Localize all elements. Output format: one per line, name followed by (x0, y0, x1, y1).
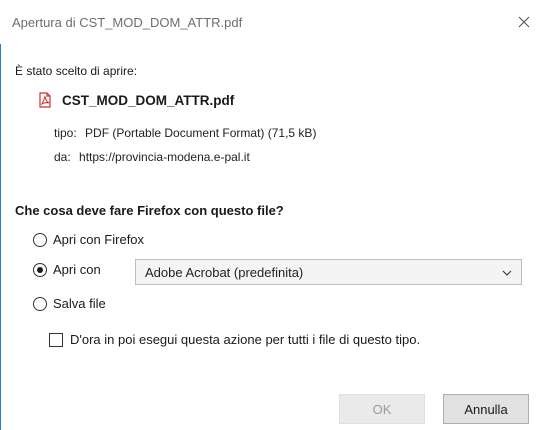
chevron-down-icon (502, 270, 512, 276)
option-open-with[interactable]: Apri con (33, 262, 101, 277)
option-save-file-label: Salva file (53, 296, 106, 311)
remember-label: D'ora in poi esegui questa azione per tu… (70, 332, 421, 347)
remember-checkbox[interactable] (49, 332, 63, 347)
window-edge (0, 0, 1, 430)
radio-save-file[interactable] (33, 296, 47, 311)
pdf-file-icon (39, 92, 51, 108)
close-icon (518, 16, 530, 28)
file-source-value: https://provincia-modena.e-pal.it (79, 150, 250, 164)
close-button[interactable] (504, 0, 544, 44)
chosen-label: È stato scelto di aprire: (15, 64, 138, 78)
option-open-with-label: Apri con (53, 262, 101, 277)
option-open-with-firefox-label: Apri con Firefox (53, 232, 145, 247)
option-save-file[interactable]: Salva file (33, 296, 106, 311)
window-title: Apertura di CST_MOD_DOM_ATTR.pdf (12, 15, 243, 30)
file-type-row: tipo: PDF (Portable Document Format) (71… (54, 126, 316, 140)
title-bar: Apertura di CST_MOD_DOM_ATTR.pdf (0, 0, 544, 44)
radio-open-with[interactable] (33, 262, 47, 277)
ok-button[interactable]: OK (339, 394, 425, 424)
file-type-key: tipo: (54, 126, 77, 140)
application-select-value: Adobe Acrobat (predefinita) (145, 264, 304, 280)
file-source-row: da: https://provincia-modena.e-pal.it (54, 150, 250, 164)
action-question: Che cosa deve fare Firefox con questo fi… (15, 203, 284, 218)
file-name: CST_MOD_DOM_ATTR.pdf (62, 92, 235, 108)
file-type-value: PDF (Portable Document Format) (71,5 kB) (85, 126, 317, 140)
file-source-key: da: (54, 150, 71, 164)
option-open-with-firefox[interactable]: Apri con Firefox (33, 232, 144, 247)
remember-choice[interactable]: D'ora in poi esegui questa azione per tu… (49, 332, 420, 347)
file-row: CST_MOD_DOM_ATTR.pdf (37, 92, 234, 108)
radio-open-with-firefox[interactable] (33, 232, 47, 247)
application-select[interactable]: Adobe Acrobat (predefinita) (135, 259, 522, 285)
cancel-button[interactable]: Annulla (443, 394, 529, 424)
